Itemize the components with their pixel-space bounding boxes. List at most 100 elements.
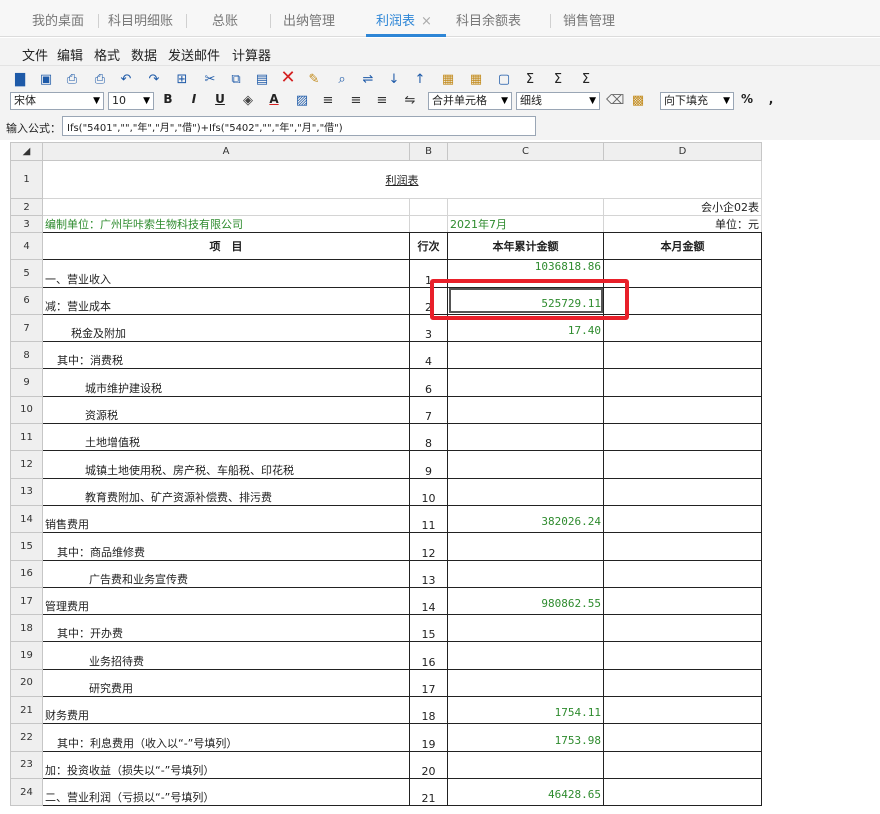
align-left-icon[interactable]: ≡ (320, 93, 336, 109)
item-cell[interactable]: 减：营业成本 (42, 286, 410, 315)
row-header[interactable]: 19 (10, 641, 43, 670)
ytd-amount-cell[interactable]: 1036818.86 (447, 259, 604, 288)
row-header[interactable]: 24 (10, 777, 43, 807)
line-no-cell[interactable]: 1 (409, 259, 448, 288)
line-no-cell[interactable]: 11 (409, 504, 448, 534)
month-amount-cell[interactable] (603, 532, 762, 561)
row-header[interactable]: 18 (10, 614, 43, 643)
select-all-corner[interactable]: ◢ (10, 142, 43, 161)
item-cell[interactable]: 二、营业利润（亏损以“-”号填列） (42, 777, 410, 807)
month-amount-cell[interactable] (603, 504, 762, 534)
month-amount-cell[interactable] (603, 668, 762, 698)
item-cell[interactable]: 土地增值税 (42, 423, 410, 452)
save-icon[interactable]: ▇ (12, 72, 28, 88)
ytd-amount-cell[interactable] (447, 614, 604, 643)
month-amount-cell[interactable] (603, 696, 762, 725)
report-title[interactable]: 利润表 (42, 160, 762, 199)
company-name[interactable]: 编制单位：广州毕咔索生物科技有限公司 (42, 215, 410, 233)
tab-sales[interactable]: 销售管理 (563, 10, 615, 36)
find-icon[interactable]: ⌕ (334, 72, 350, 88)
row-header[interactable]: 16 (10, 559, 43, 588)
cell[interactable] (409, 215, 448, 233)
line-no-cell[interactable]: 3 (409, 313, 448, 343)
row-header[interactable]: 6 (10, 286, 43, 315)
row-header[interactable]: 12 (10, 450, 43, 479)
row-header[interactable]: 17 (10, 586, 43, 616)
border-icon[interactable]: ▨ (294, 93, 310, 109)
month-amount-cell[interactable] (603, 750, 762, 779)
item-cell[interactable]: 销售费用 (42, 504, 410, 534)
underline-button[interactable]: U (212, 92, 228, 106)
clipboard-icon[interactable]: ▦ (440, 72, 456, 88)
item-cell[interactable]: 教育费附加、矿产资源补偿费、排污费 (42, 477, 410, 506)
ytd-amount-cell[interactable] (447, 341, 604, 370)
ytd-amount-cell[interactable] (447, 423, 604, 452)
tab-income-statement[interactable]: 利润表 × (366, 10, 446, 37)
comma-button[interactable]: , (764, 92, 778, 106)
image-icon[interactable]: ▩ (630, 93, 646, 109)
item-cell[interactable]: 广告费和业务宣传费 (42, 559, 410, 588)
tab-desktop[interactable]: 我的桌面 (32, 10, 84, 36)
brush-icon[interactable]: ✎ (306, 72, 322, 88)
tab-general-ledger[interactable]: 总账 (212, 10, 238, 36)
ytd-amount-cell[interactable]: 17.40 (447, 313, 604, 343)
item-cell[interactable]: 业务招待费 (42, 641, 410, 670)
item-cell[interactable]: 加：投资收益（损失以“-”号填列） (42, 750, 410, 779)
italic-button[interactable]: I (186, 92, 202, 106)
item-cell[interactable]: 研究费用 (42, 668, 410, 698)
month-amount-cell[interactable] (603, 641, 762, 670)
month-amount-cell[interactable] (603, 423, 762, 452)
cell[interactable] (447, 198, 604, 216)
menu-format[interactable]: 格式 (94, 45, 120, 64)
line-no-cell[interactable]: 21 (409, 777, 448, 807)
ytd-amount-cell[interactable]: 1753.98 (447, 723, 604, 752)
header-item[interactable]: 项 目 (42, 231, 410, 261)
ytd-amount-cell[interactable] (447, 532, 604, 561)
header-month[interactable]: 本月金额 (603, 231, 762, 261)
ytd-amount-cell[interactable] (447, 559, 604, 588)
column-header-a[interactable]: A (42, 142, 410, 161)
fill-color-icon[interactable]: ◈ (240, 93, 256, 109)
month-amount-cell[interactable] (603, 477, 762, 506)
menu-calculator[interactable]: 计算器 (232, 45, 271, 64)
month-amount-cell[interactable] (603, 286, 762, 315)
line-no-cell[interactable]: 16 (409, 641, 448, 670)
month-amount-cell[interactable] (603, 395, 762, 425)
row-header[interactable]: 10 (10, 395, 43, 425)
row-header[interactable]: 8 (10, 341, 43, 370)
month-amount-cell[interactable] (603, 614, 762, 643)
line-no-cell[interactable]: 2 (409, 286, 448, 315)
item-cell[interactable]: 其中：商品维修费 (42, 532, 410, 561)
ytd-amount-cell[interactable] (447, 450, 604, 479)
line-no-cell[interactable]: 4 (409, 341, 448, 370)
grid-icon[interactable]: ⊞ (174, 72, 190, 88)
row-header[interactable]: 4 (10, 231, 43, 261)
ytd-amount-cell[interactable] (447, 368, 604, 397)
item-cell[interactable]: 管理费用 (42, 586, 410, 616)
font-select[interactable]: 宋体 ▼ (10, 92, 104, 110)
header-line[interactable]: 行次 (409, 231, 448, 261)
line-no-cell[interactable]: 7 (409, 395, 448, 425)
formula-input[interactable] (62, 116, 536, 136)
month-amount-cell[interactable] (603, 259, 762, 288)
redo-icon[interactable]: ↷ (146, 72, 162, 88)
paste-icon[interactable]: ▤ (254, 72, 270, 88)
tab-account-balance[interactable]: 科目余额表 (456, 10, 521, 36)
ytd-amount-cell[interactable]: 382026.24 (447, 504, 604, 534)
row-header[interactable]: 20 (10, 668, 43, 698)
close-icon[interactable]: × (421, 14, 432, 29)
month-amount-cell[interactable] (603, 450, 762, 479)
ytd-amount-cell[interactable] (447, 750, 604, 779)
line-no-cell[interactable]: 15 (409, 614, 448, 643)
row-header[interactable]: 23 (10, 750, 43, 779)
menu-file[interactable]: 文件 (22, 45, 48, 64)
line-no-cell[interactable]: 10 (409, 477, 448, 506)
month-amount-cell[interactable] (603, 313, 762, 343)
row-header[interactable]: 7 (10, 313, 43, 343)
row-header[interactable]: 3 (10, 215, 43, 233)
cell[interactable] (409, 198, 448, 216)
cell[interactable] (42, 198, 410, 216)
column-header-c[interactable]: C (447, 142, 604, 161)
sum-icon[interactable]: Σ (522, 72, 538, 88)
form-number[interactable]: 会小企02表 (603, 198, 762, 216)
